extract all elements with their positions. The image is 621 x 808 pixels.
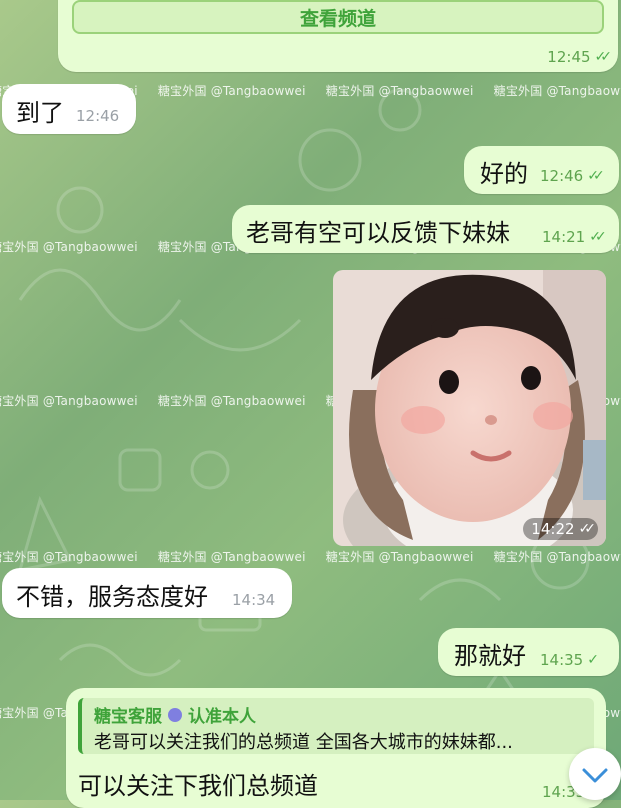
- message-time: 12:45: [547, 48, 591, 66]
- view-channel-label: 查看频道: [299, 7, 376, 30]
- view-channel-button[interactable]: 查看频道: [72, 0, 604, 34]
- scroll-down-button[interactable]: [569, 748, 621, 800]
- watermark-row: 糖宝外国 @Tangbaowwei 糖宝外国 @Tangbaowwei 糖宝外国…: [0, 550, 621, 564]
- verified-badge-icon: [168, 707, 182, 722]
- double-check-icon: ✓✓: [587, 168, 605, 184]
- message-bubble-outgoing: 老哥有空可以反馈下妹妹 14:21 ✓✓: [232, 205, 619, 253]
- message-bubble-incoming-reply: 糖宝客服 认准本人 老哥可以关注我们的总频道 全国各大城市的妹妹都... 可以关…: [66, 688, 606, 808]
- reply-badge-label: 认准本人: [188, 707, 256, 727]
- message-time: 12:46: [540, 167, 584, 185]
- photo-message[interactable]: 14:22 ✓✓: [333, 270, 606, 546]
- message-bubble-outgoing: 查看频道 12:45 ✓✓: [58, 0, 618, 72]
- message-meta: 14:21 ✓✓: [542, 228, 607, 246]
- double-check-icon: ✓✓: [589, 229, 607, 245]
- message-meta: 14:35 ✓: [540, 651, 599, 669]
- message-time: 14:35: [540, 651, 584, 669]
- reply-snippet: 老哥可以关注我们的总频道 全国各大城市的妹妹都...: [94, 732, 513, 753]
- message-bubble-incoming: 到了 12:46: [2, 84, 136, 134]
- message-time: 12:46: [76, 107, 120, 125]
- message-text: 到了: [16, 99, 64, 127]
- single-check-icon: ✓: [587, 652, 599, 668]
- message-time: 14:34: [232, 591, 276, 609]
- message-text: 可以关注下我们总频道: [78, 772, 318, 800]
- message-bubble-outgoing: 那就好 14:35 ✓: [438, 628, 619, 676]
- message-meta: 14:34: [232, 591, 275, 609]
- message-meta: 12:46 ✓✓: [540, 167, 605, 185]
- message-bubble-incoming: 不错，服务态度好 14:34: [2, 568, 292, 618]
- message-text: 那就好: [454, 642, 526, 670]
- message-bubble-outgoing: 好的 12:46 ✓✓: [464, 146, 619, 194]
- message-meta: 12:45 ✓✓: [547, 48, 613, 66]
- message-text: 好的: [480, 160, 528, 188]
- double-check-icon: ✓✓: [578, 521, 597, 537]
- message-text: 老哥有空可以反馈下妹妹: [246, 219, 510, 247]
- child-photo: [333, 270, 606, 546]
- double-check-icon: ✓✓: [594, 49, 613, 65]
- message-time: 14:22: [531, 520, 575, 538]
- photo-time-overlay: 14:22 ✓✓: [523, 518, 598, 540]
- message-meta: 12:46: [76, 107, 119, 125]
- reply-author: 糖宝客服: [94, 707, 162, 727]
- message-text: 不错，服务态度好: [16, 583, 208, 611]
- reply-quote[interactable]: 糖宝客服 认准本人 老哥可以关注我们的总频道 全国各大城市的妹妹都...: [78, 698, 594, 754]
- chevron-down-icon: [582, 768, 608, 783]
- message-time: 14:21: [542, 228, 586, 246]
